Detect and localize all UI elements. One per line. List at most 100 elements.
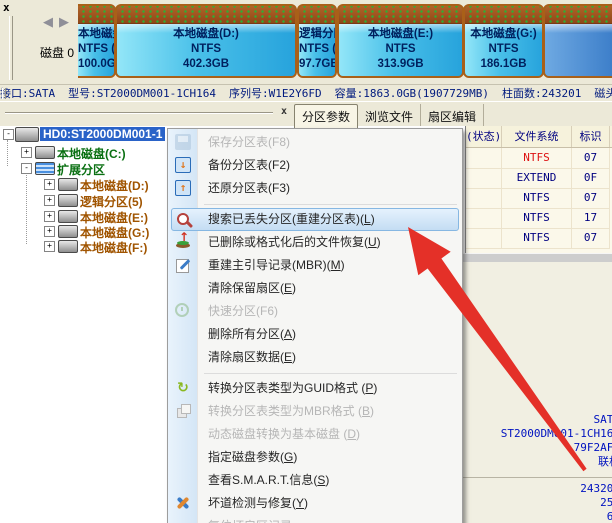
partition-block-cap [545, 6, 612, 24]
menu-item[interactable]: 清除保留扇区(E) [168, 277, 462, 300]
tree-expand-icon[interactable]: - [21, 163, 32, 174]
partition-block-text: 本地磁盘(C:)NTFS (活动)100.0GB [78, 24, 114, 72]
details-value: SATA [462, 413, 612, 427]
details-value: 63 [462, 510, 612, 523]
disk-info-segment: 柱面数:243201 [502, 87, 581, 100]
details-value: 联机 [462, 455, 612, 469]
table-row[interactable]: NTFS17 [466, 208, 610, 229]
menu-item[interactable]: 查看S.M.A.R.T.信息(S) [168, 469, 462, 492]
partition-size: 97.7GB [299, 57, 335, 72]
menu-item-label: 搜索已丢失分区(重建分区表)(L) [208, 212, 375, 226]
menu-item[interactable]: 删除所有分区(A) [168, 323, 462, 346]
tab-browse-files[interactable]: 浏览文件 [358, 104, 421, 128]
menu-item-label: 指定磁盘参数(G) [208, 450, 297, 464]
tab-partition-params[interactable]: 分区参数 [294, 104, 358, 128]
tree-expand-icon[interactable]: + [44, 226, 55, 237]
partition-block-body: 本地磁盘(D:)NTFS402.3GB [117, 24, 295, 77]
column-header[interactable]: (状态) [466, 126, 502, 147]
table-row[interactable]: NTFS07 [466, 228, 610, 249]
menu-item-label: 动态磁盘转换为基本磁盘 (D) [208, 427, 360, 441]
tree-item-label: 本地磁盘(D:) [80, 177, 149, 194]
toolbar-grip[interactable] [9, 16, 13, 80]
menu-item-label: 清除保留扇区(E) [208, 281, 296, 295]
menu-separator [168, 369, 462, 377]
menu-item[interactable]: ↓备份分区表(F2) [168, 154, 462, 177]
column-header[interactable]: 标识 [572, 126, 610, 147]
tree-item-label: 逻辑分区(5) [80, 193, 143, 210]
partition-block-body [545, 24, 612, 77]
tree-expand-icon[interactable]: + [44, 241, 55, 252]
menu-item[interactable]: 指定磁盘参数(G) [168, 446, 462, 469]
table-header-row: (状态)文件系统标识 [466, 126, 612, 148]
tabs: 分区参数浏览文件扇区编辑 [294, 104, 484, 127]
partition-block[interactable]: 本地磁盘(E:)NTFS313.9GB [337, 4, 464, 78]
table-row[interactable]: NTFS07 [466, 188, 610, 209]
tab-sector-edit[interactable]: 扇区编辑 [421, 104, 484, 128]
table-row[interactable]: EXTEND0F [466, 168, 610, 189]
menu-item: 保存分区表(F8) [168, 131, 462, 154]
partition-size: 313.9GB [339, 57, 462, 72]
disk-nav-arrows: ◀▶ [43, 14, 75, 30]
tree-expand-icon[interactable]: + [44, 179, 55, 190]
column-header[interactable]: 文件系统 [502, 126, 572, 147]
prev-disk-icon[interactable]: ◀ [43, 14, 59, 29]
infobar-grip [2, 88, 6, 99]
menu-item[interactable]: 已删除或格式化后的文件恢复(U) [168, 231, 462, 254]
menu-item[interactable]: 重建主引导记录(MBR)(M) [168, 254, 462, 277]
tree-expand-icon[interactable]: + [21, 147, 32, 158]
menu-item[interactable]: 清除扇区数据(E) [168, 346, 462, 369]
save-icon [175, 134, 191, 150]
cell-status [466, 188, 502, 208]
partition-blocks: 本地磁盘(C:)NTFS (活动)100.0GB本地磁盘(D:)NTFS402.… [78, 4, 612, 82]
tree-item-label: 扩展分区 [57, 161, 105, 178]
partition-filesystem: NTFS [339, 42, 462, 57]
cell-filesystem: NTFS [502, 208, 572, 228]
partition-block[interactable]: 本地磁盘(C:)NTFS (活动)100.0GB [78, 4, 116, 78]
close-icon[interactable]: x [3, 1, 10, 14]
menu-item[interactable]: 坏道检测与修复(Y) [168, 492, 462, 515]
details-value: 255 [462, 496, 612, 510]
disk-info-segment: 磁头数 [594, 87, 612, 100]
recover-icon [175, 234, 191, 250]
tree-expand-icon[interactable]: - [3, 129, 14, 140]
partition-block[interactable]: 逻辑分区(5)NTFS (隐藏)97.7GB [297, 4, 337, 78]
drive-icon [35, 146, 55, 159]
next-disk-icon[interactable]: ▶ [59, 14, 75, 29]
table-row[interactable]: NTFS07 [466, 148, 610, 169]
tree-item-label: 本地磁盘(F:) [80, 239, 147, 256]
tree-expand-icon[interactable]: + [44, 195, 55, 206]
tree-item-label: HD0:ST2000DM001-1 [40, 127, 165, 141]
partition-block-cap [339, 6, 462, 24]
partition-block-text: 本地磁盘(D:)NTFS402.3GB [117, 24, 295, 72]
partition-filesystem: NTFS (活动) [78, 42, 114, 57]
menu-item-label: 转换分区表类型为MBR格式 (B) [208, 404, 374, 418]
menu-item[interactable]: 搜索已丢失分区(重建分区表)(L) [171, 208, 459, 231]
menu-item[interactable]: ↻转换分区表类型为GUID格式 (P) [168, 377, 462, 400]
tree-expand-icon[interactable]: + [44, 211, 55, 222]
menu-item-label: 还原分区表(F3) [208, 181, 290, 195]
disk-info-segment: 序列号:W1E2Y6FD [229, 87, 322, 100]
partition-block[interactable] [543, 4, 612, 78]
disk-number-label: 磁盘 0 [40, 44, 74, 61]
partition-block[interactable]: 本地磁盘(G:)NTFS186.1GB [463, 4, 544, 78]
partition-block-text: 本地磁盘(G:)NTFS186.1GB [465, 24, 542, 72]
convert-guid-icon: ↻ [175, 380, 191, 396]
diskgenius-window: x ◀▶ 磁盘 0 本地磁盘(C:)NTFS (活动)100.0GB本地磁盘(D… [0, 0, 612, 523]
menu-item-label: 快速分区(F6) [208, 304, 278, 318]
cell-id: 07 [572, 148, 610, 168]
restore-icon: ↑ [175, 180, 191, 196]
tree-connector [26, 172, 27, 244]
partition-size: 100.0GB [78, 57, 114, 72]
drive-icon [58, 240, 78, 253]
menu-item: 动态磁盘转换为基本磁盘 (D) [168, 423, 462, 446]
menu-item[interactable]: ↑ 还原分区表(F3) [168, 177, 462, 200]
partition-block-text: 逻辑分区(5)NTFS (隐藏)97.7GB [299, 24, 335, 72]
partition-block-text: 本地磁盘(E:)NTFS313.9GB [339, 24, 462, 72]
partition-block-text [545, 24, 612, 27]
disk-info-segment: 接口:SATA [0, 87, 55, 100]
partition-block[interactable]: 本地磁盘(D:)NTFS402.3GB [115, 4, 297, 78]
tree-item-label: 本地磁盘(C:) [57, 145, 126, 162]
tree-panel-close-icon[interactable]: x [281, 106, 287, 117]
tree-panel-grip[interactable] [5, 112, 273, 117]
menu-item-label: 坏道检测与修复(Y) [208, 496, 308, 510]
